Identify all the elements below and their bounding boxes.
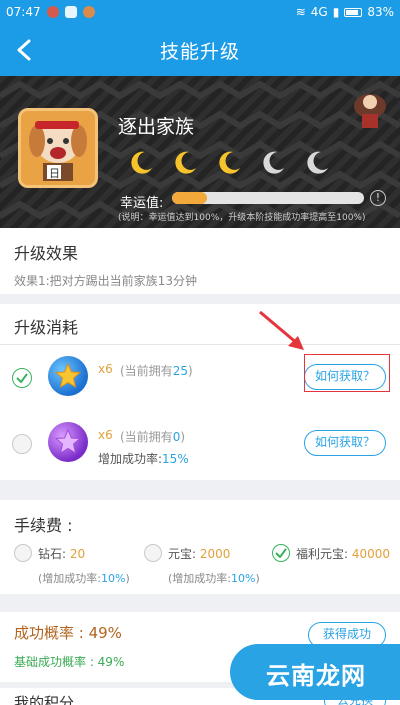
moon-icon xyxy=(307,151,328,174)
item-owned: (当前拥有25) xyxy=(120,364,193,378)
item-quantity: x6 xyxy=(98,362,113,376)
title-bar: 技能升级 xyxy=(0,24,400,76)
clock: 07:47 xyxy=(6,5,41,19)
radio-button[interactable] xyxy=(272,544,290,562)
purple-star-orb-icon xyxy=(48,422,88,462)
moon-icon xyxy=(131,151,152,174)
battery-level: 83% xyxy=(367,5,394,19)
how-to-get-button[interactable]: 如何获取？ xyxy=(303,430,386,456)
luck-note: (说明：幸运值达到100%，升级本阶技能成功率提高至100%) xyxy=(118,213,366,223)
skill-level-moons xyxy=(128,150,330,176)
item-bonus: 增加成功率:15% xyxy=(98,452,189,466)
item-checkbox[interactable] xyxy=(12,434,32,454)
page-title: 技能升级 xyxy=(159,40,240,63)
luck-label: 幸运值: xyxy=(120,196,164,211)
upgrade-cost-card: 升级消耗 x6 (当前拥有25) 如何获取？ x6 (当前拥有0) 增加成功率:… xyxy=(0,304,400,480)
signal-label: 4G xyxy=(310,5,328,19)
skill-header: 日 逐出家族 幸运值: ! (说明：幸运值达到100%，升级本阶技能成功率提高至… xyxy=(0,76,400,228)
highlight-box xyxy=(304,354,390,392)
radio-button[interactable] xyxy=(144,544,162,562)
upgrade-effect-card: 升级效果 效果1:把对方踢出当前家族13分钟 xyxy=(0,228,400,294)
item-quantity: x6 xyxy=(98,428,113,442)
info-icon[interactable]: ! xyxy=(370,190,386,206)
blue-star-orb-icon xyxy=(48,356,88,396)
annotation-arrow-icon xyxy=(259,310,304,350)
check-icon xyxy=(275,548,287,558)
list-item: x6 (当前拥有0) 增加成功率:15% 如何获取？ xyxy=(0,410,400,476)
luck-progress-fill xyxy=(172,192,207,204)
moon-icon xyxy=(219,151,240,174)
moon-icon xyxy=(175,151,196,174)
signal-icon: ▮ xyxy=(332,5,340,19)
back-button[interactable] xyxy=(10,36,38,64)
status-bar: 07:47 ≋ 4G ▮ 83% xyxy=(0,0,400,24)
moon-icon xyxy=(263,151,284,174)
item-owned: (当前拥有0) xyxy=(120,430,186,444)
skill-name: 逐出家族 xyxy=(118,116,195,138)
upgrade-cost-title: 升级消耗 xyxy=(14,318,79,337)
notification-icon xyxy=(82,6,95,18)
fee-title: 手续费 : xyxy=(14,516,73,535)
battery-icon xyxy=(344,7,363,17)
chevron-left-icon xyxy=(17,39,31,61)
item-checkbox[interactable] xyxy=(12,368,32,388)
fee-card: 手续费 : 钻石: 20 (增加成功率:10%) 元宝: 2000 (增加成功率… xyxy=(0,500,400,594)
check-icon xyxy=(16,373,28,383)
upgrade-effect-desc: 效果1:把对方踢出当前家族13分钟 xyxy=(14,274,197,288)
luck-progress-bar xyxy=(172,192,364,204)
watermark-text: 云南龙网 xyxy=(266,662,366,690)
svg-text:日: 日 xyxy=(49,167,60,180)
weibo-icon xyxy=(46,6,59,18)
upgrade-effect-title: 升级效果 xyxy=(14,244,79,263)
radio-button[interactable] xyxy=(14,544,32,562)
wifi-icon: ≋ xyxy=(295,5,306,19)
skill-avatar: 日 xyxy=(18,108,98,188)
app-icon xyxy=(64,6,77,18)
